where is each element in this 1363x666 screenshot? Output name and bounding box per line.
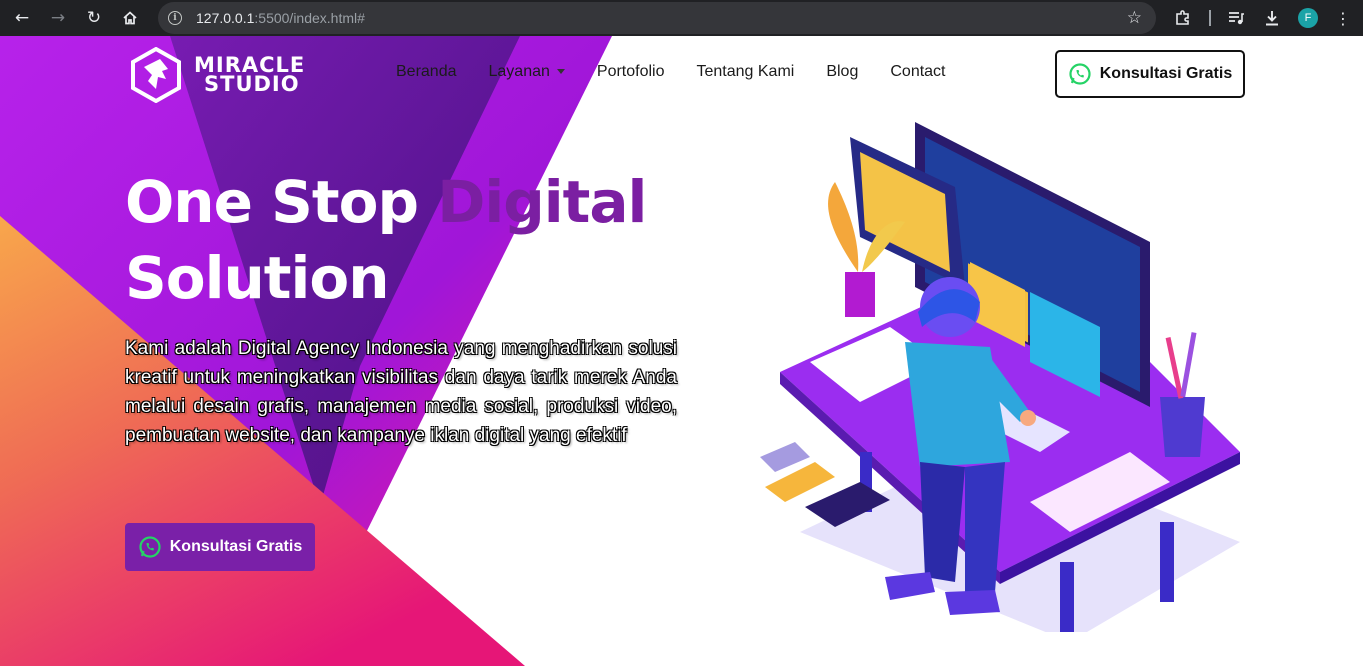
hero-description: Kami adalah Digital Agency Indonesia yan… xyxy=(125,338,677,446)
browser-toolbar: ← → ↻ i 127.0.0.1:5500/index.html# ☆ F ⋮ xyxy=(0,0,1363,36)
forward-icon[interactable]: → xyxy=(41,5,75,31)
hero-title-part1: One Stop xyxy=(125,168,438,236)
brand-name: MIRACLE STUDIO xyxy=(194,55,305,96)
extensions-icon[interactable] xyxy=(1170,5,1196,31)
toolbar-divider xyxy=(1209,10,1211,26)
nav-consult-label: Konsultasi Gratis xyxy=(1099,65,1233,82)
whatsapp-icon xyxy=(1069,63,1091,85)
hero-section: MIRACLE STUDIO Beranda Layanan Portofoli… xyxy=(0,36,1363,666)
nav-item-layanan[interactable]: Layanan xyxy=(489,63,565,81)
hero-title: One Stop Digital Solution xyxy=(125,164,647,316)
nav-consult-button[interactable]: Konsultasi Gratis xyxy=(1055,50,1245,98)
developer-workstation-illustration xyxy=(760,122,1240,632)
nav-item-blog[interactable]: Blog xyxy=(826,63,858,81)
reload-icon[interactable]: ↻ xyxy=(77,5,111,31)
profile-avatar[interactable]: F xyxy=(1298,8,1318,28)
nav-item-beranda[interactable]: Beranda xyxy=(396,63,457,81)
download-icon[interactable] xyxy=(1259,5,1285,31)
nav-item-contact[interactable]: Contact xyxy=(890,63,945,81)
address-bar[interactable]: i 127.0.0.1:5500/index.html# ☆ xyxy=(158,2,1156,34)
bookmark-star-icon[interactable]: ☆ xyxy=(1127,8,1142,28)
caret-down-icon xyxy=(556,69,565,75)
hero-consult-label: Konsultasi Gratis xyxy=(169,538,303,555)
back-icon[interactable]: ← xyxy=(5,5,39,31)
nav-item-layanan-label: Layanan xyxy=(488,63,550,80)
brand-logo[interactable]: MIRACLE STUDIO xyxy=(130,47,305,103)
media-queue-icon[interactable] xyxy=(1223,5,1249,31)
hero-consult-button[interactable]: Konsultasi Gratis xyxy=(125,523,315,571)
hero-title-accent: Digital xyxy=(437,168,647,236)
lion-logo-icon xyxy=(131,47,181,103)
nav-item-portofolio[interactable]: Portofolio xyxy=(597,63,665,81)
site-info-icon[interactable]: i xyxy=(168,11,182,25)
whatsapp-icon xyxy=(139,536,161,558)
nav-item-tentang-kami[interactable]: Tentang Kami xyxy=(696,63,794,81)
main-nav: Beranda Layanan Portofolio Tentang Kami … xyxy=(396,63,978,81)
brand-line2: STUDIO xyxy=(204,72,300,96)
hero-title-part2: Solution xyxy=(125,244,390,312)
home-icon[interactable] xyxy=(113,5,147,31)
url-text[interactable]: 127.0.0.1:5500/index.html# xyxy=(196,10,365,26)
menu-kebab-icon[interactable]: ⋮ xyxy=(1330,5,1356,31)
